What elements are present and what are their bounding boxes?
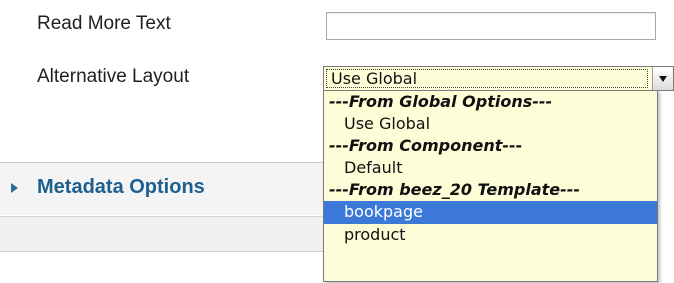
metadata-options-title: Metadata Options [37,176,205,198]
alternative-layout-dropdown-list: ---From Global Options--- Use Global ---Fr… [323,90,658,282]
dropdown-option[interactable]: Use Global [324,113,657,135]
alternative-layout-selected-value: Use Global [331,69,418,88]
dropdown-option[interactable]: Default [324,157,657,179]
article-options-form: Read More Text Alternative Layout Use Gl… [0,0,674,283]
alternative-layout-label: Alternative Layout [37,66,190,87]
section-divider [0,251,323,252]
chevron-down-icon [659,76,667,82]
dropdown-optgroup-label: ---From Component--- [329,136,523,156]
dropdown-option[interactable]: product [324,224,657,246]
dropdown-optgroup-label: ---From Global Options--- [329,92,553,111]
alternative-layout-select[interactable]: Use Global [323,66,674,91]
read-more-text-label: Read More Text [37,13,171,34]
dropdown-optgroup-label: ---From beez_20 Template--- [329,180,581,200]
dropdown-option[interactable]: bookpage [324,201,657,224]
triangle-right-icon [11,183,18,193]
read-more-text-input[interactable] [326,12,656,40]
dropdown-toggle-button[interactable] [652,67,673,90]
collapsed-panel-band [0,217,323,251]
metadata-options-header[interactable]: Metadata Options [0,171,323,205]
